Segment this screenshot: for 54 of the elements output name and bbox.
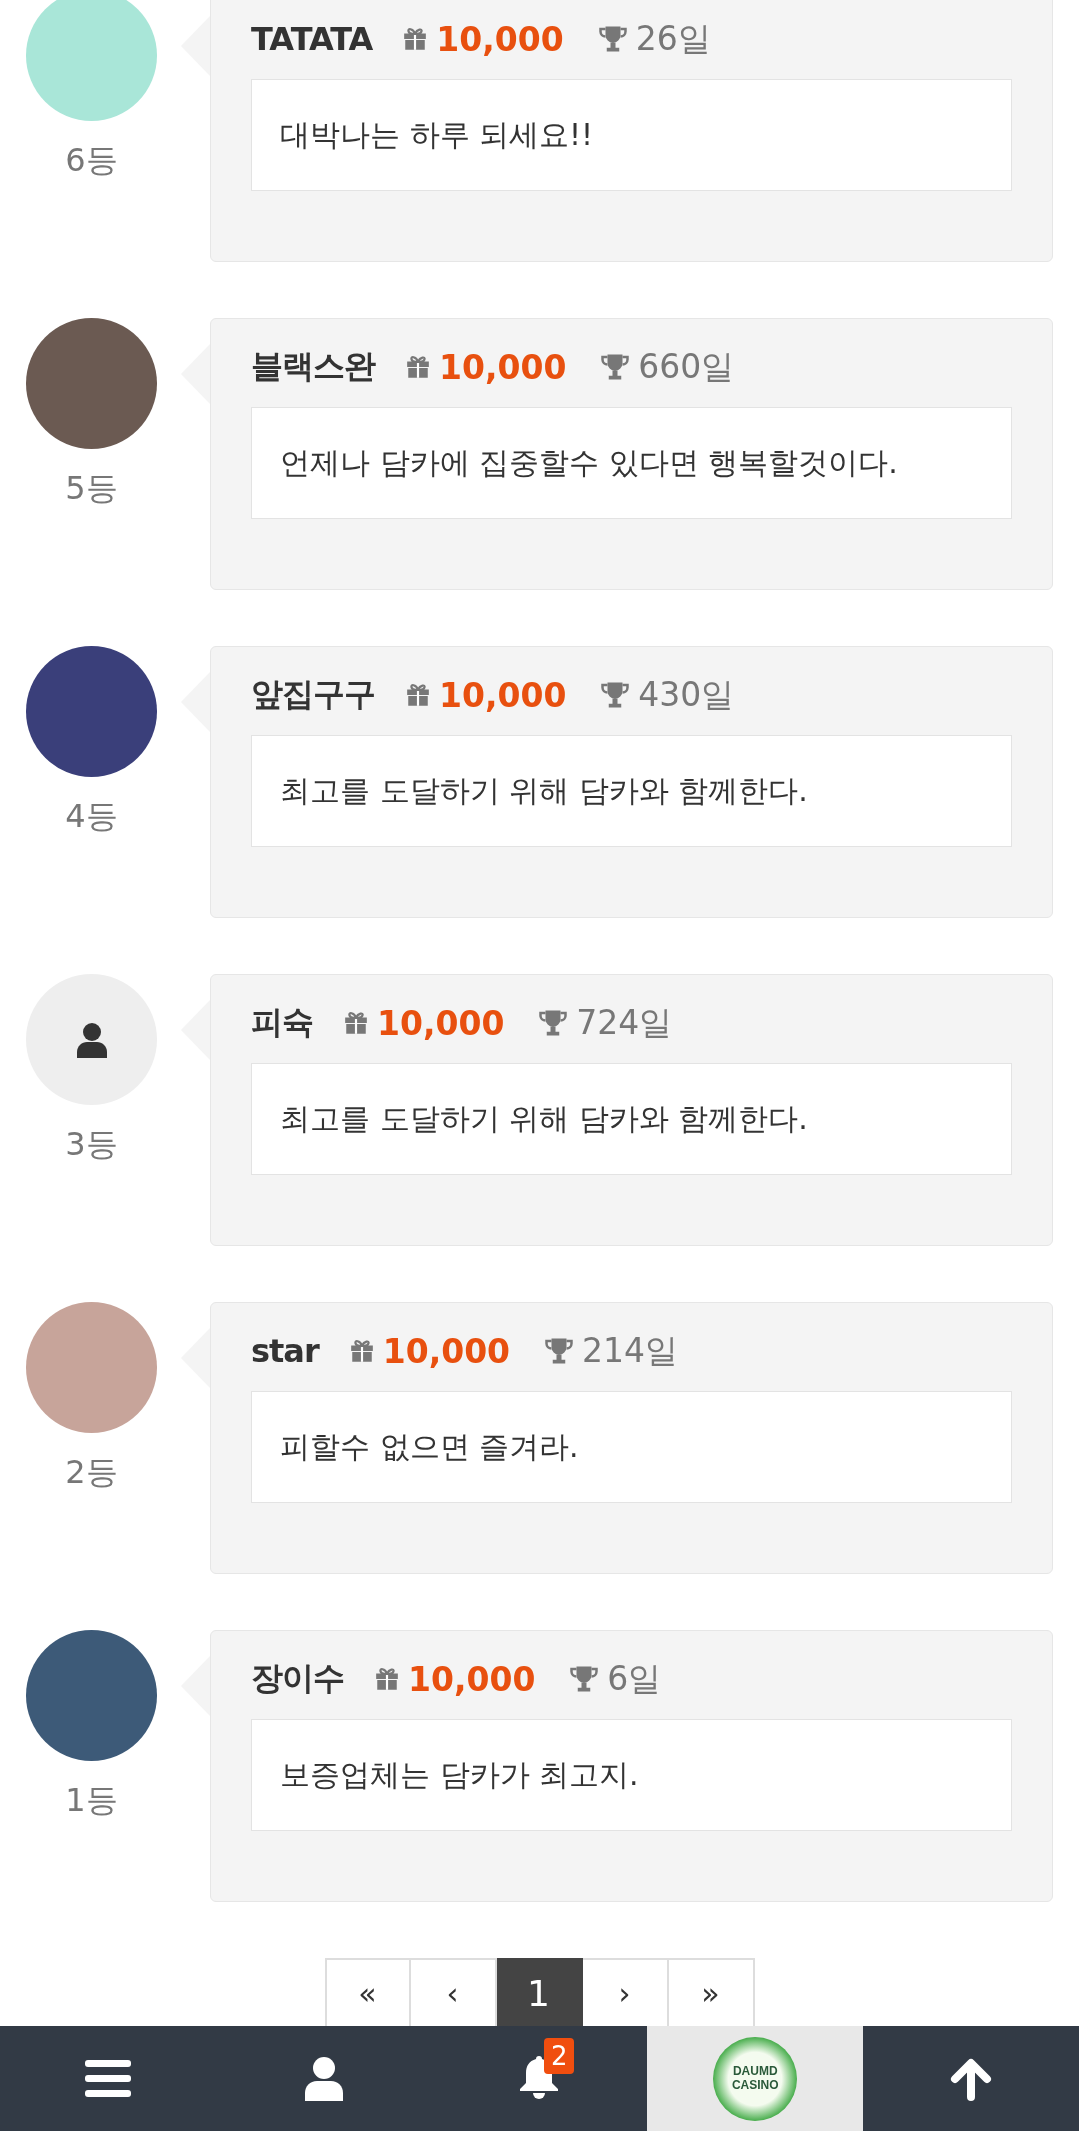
first-page-button[interactable]: « xyxy=(324,1958,411,2026)
next-page-button[interactable]: › xyxy=(582,1958,669,2026)
points-amount: 10,000 xyxy=(377,1003,505,1043)
trophy-icon xyxy=(569,1664,600,1694)
notification-button[interactable]: 2 xyxy=(431,2026,648,2131)
days-count: 214일 xyxy=(582,1329,679,1372)
casino-logo[interactable]: DAUMD CASINO xyxy=(713,2036,798,2121)
user-name: 피슉 xyxy=(251,1002,313,1043)
comment-message: 최고를 도달하기 위해 담카와 함께한다. xyxy=(251,735,1012,847)
user-icon xyxy=(304,2056,343,2101)
days-count: 724일 xyxy=(576,1001,673,1044)
rank-label: 2등 xyxy=(65,1453,118,1492)
user-name: TATATA xyxy=(251,20,373,58)
notification-count-badge: 2 xyxy=(543,2037,575,2074)
trophy-icon xyxy=(538,1008,569,1038)
comment-message: 대박나는 하루 되세요!! xyxy=(251,79,1012,191)
previous-page-button[interactable]: ‹ xyxy=(410,1958,497,2026)
trophy-icon xyxy=(600,680,631,710)
trophy-icon xyxy=(544,1336,575,1366)
days-count: 26일 xyxy=(635,17,711,60)
gift-icon xyxy=(343,1010,369,1036)
points-amount: 10,000 xyxy=(436,19,564,59)
last-page-button[interactable]: » xyxy=(668,1958,755,2026)
days-count: 6일 xyxy=(607,1657,662,1700)
gift-icon xyxy=(405,682,431,708)
comment-message: 언제나 담카에 집중할수 있다면 행복할것이다. xyxy=(251,407,1012,519)
gift-icon xyxy=(374,1666,400,1692)
user-name: star xyxy=(251,1332,319,1370)
menu-icon xyxy=(84,2059,131,2098)
gift-icon xyxy=(405,354,431,380)
person-icon xyxy=(74,1021,109,1058)
days-count: 660일 xyxy=(638,345,735,388)
rank-label: 4등 xyxy=(65,797,118,836)
points-amount: 10,000 xyxy=(382,1331,511,1371)
user-name: 장이수 xyxy=(251,1658,344,1699)
comment-message: 보증업체는 담카가 최고지. xyxy=(251,1719,1012,1831)
rank-label: 5등 xyxy=(65,469,118,508)
page-button[interactable]: 1 xyxy=(496,1958,583,2026)
rank-label: 3등 xyxy=(65,1125,118,1164)
rank-label: 1등 xyxy=(65,1781,118,1820)
trophy-icon xyxy=(597,24,628,54)
comment-message: 피할수 없으면 즐겨라. xyxy=(251,1391,1012,1503)
comment-message: 최고를 도달하기 위해 담카와 함께한다. xyxy=(251,1063,1012,1175)
user-name: 앞집구구 xyxy=(251,674,375,715)
arrow-up-icon xyxy=(949,2056,994,2101)
points-amount: 10,000 xyxy=(408,1659,536,1699)
gift-icon xyxy=(402,26,429,52)
gift-icon xyxy=(348,1338,375,1364)
points-amount: 10,000 xyxy=(439,675,567,715)
user-name: 블랙스완 xyxy=(251,346,375,387)
trophy-icon xyxy=(600,352,631,382)
days-count: 430일 xyxy=(638,673,735,716)
rank-label: 6등 xyxy=(65,141,118,180)
points-amount: 10,000 xyxy=(439,347,567,387)
